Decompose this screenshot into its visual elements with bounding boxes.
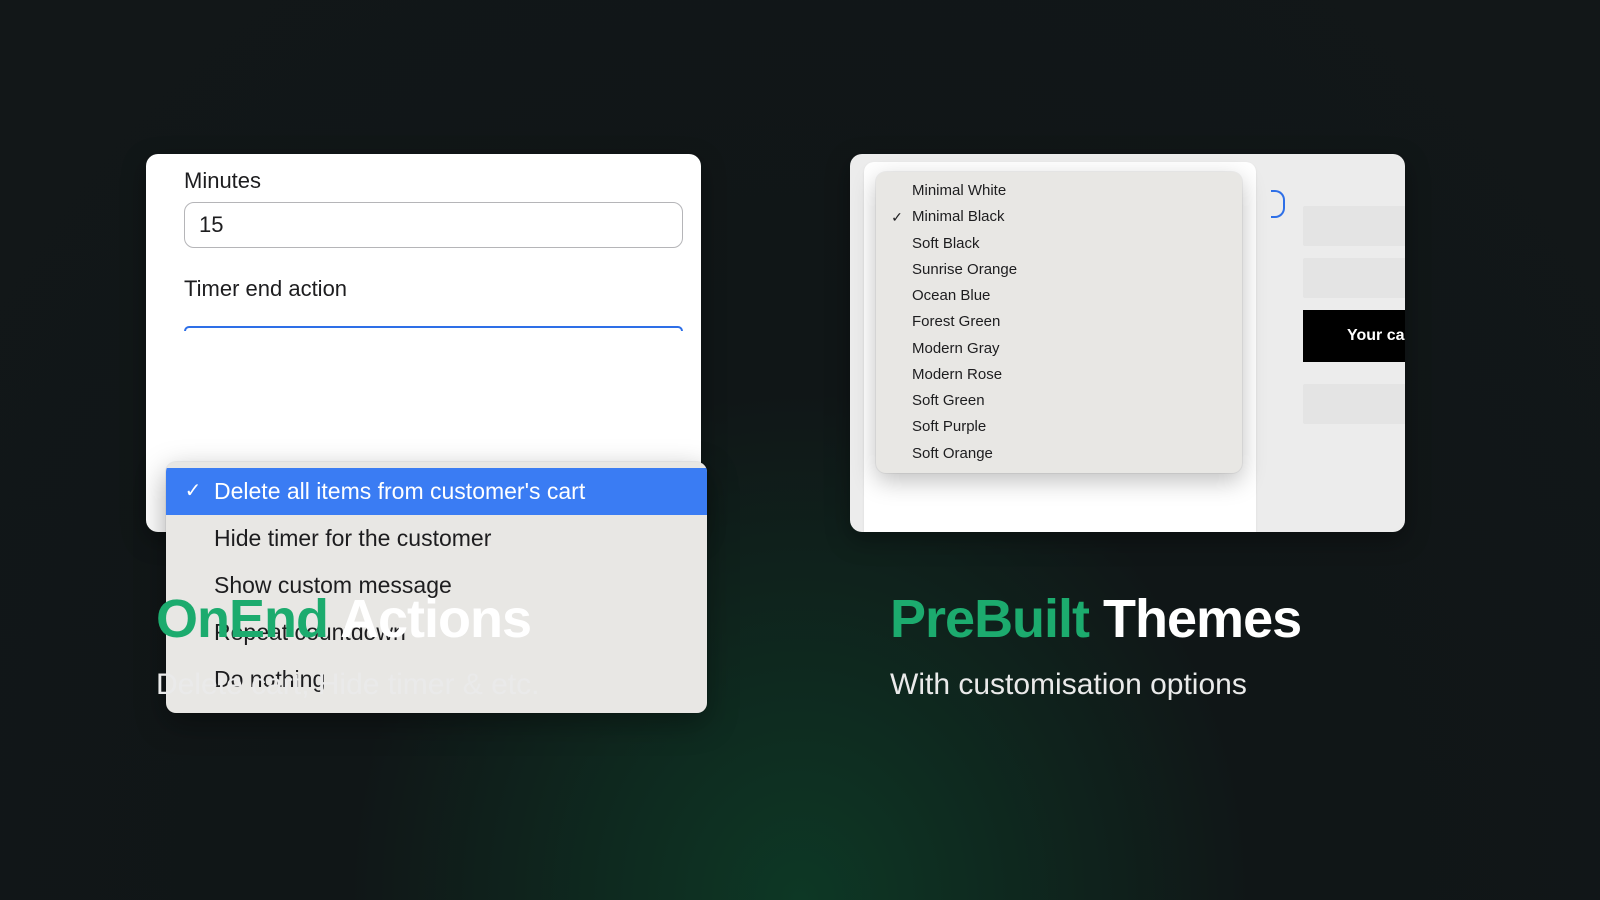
- onend-actions-card: Minutes Timer end action ✓ Delete all ite…: [146, 154, 701, 532]
- timer-end-action-label: Timer end action: [184, 276, 683, 302]
- theme-option[interactable]: ✓Soft Green: [876, 388, 1242, 414]
- theme-option-label: Soft Green: [912, 391, 985, 411]
- timer-end-action-select[interactable]: [184, 326, 683, 331]
- caption-themes-sub: With customisation options: [890, 668, 1301, 702]
- timer-action-option[interactable]: ✓Hide timer for the customer: [166, 515, 707, 562]
- select-focus-indicator: [1271, 190, 1285, 218]
- theme-option-label: Soft Black: [912, 234, 980, 254]
- theme-option-label: Modern Rose: [912, 365, 1002, 385]
- caption-onend: OnEnd Actions Delete cart, Hide timer & …: [156, 588, 539, 702]
- preview-placeholder-bar: [1303, 206, 1405, 246]
- theme-option[interactable]: ✓Ocean Blue: [876, 283, 1242, 309]
- theme-option[interactable]: ✓Modern Rose: [876, 362, 1242, 388]
- caption-themes: PreBuilt Themes With customisation optio…: [890, 588, 1301, 702]
- minutes-label: Minutes: [184, 168, 683, 194]
- minutes-input[interactable]: [184, 202, 683, 248]
- preview-placeholder-bar: [1303, 384, 1405, 424]
- theme-option-label: Forest Green: [912, 312, 1000, 332]
- theme-option-label: Soft Orange: [912, 444, 993, 464]
- theme-option[interactable]: ✓Minimal White: [876, 178, 1242, 204]
- theme-option-label: Minimal White: [912, 181, 1006, 201]
- caption-onend-sub: Delete cart, Hide timer & etc.: [156, 668, 539, 702]
- theme-option[interactable]: ✓ Minimal Black: [876, 204, 1242, 230]
- theme-option[interactable]: ✓Soft Purple: [876, 414, 1242, 440]
- check-icon: ✓: [184, 478, 202, 505]
- theme-option[interactable]: ✓Modern Gray: [876, 336, 1242, 362]
- theme-option[interactable]: ✓Soft Orange: [876, 441, 1242, 467]
- preview-strip: Your car: [1303, 206, 1405, 466]
- caption-themes-title: PreBuilt Themes: [890, 588, 1301, 650]
- preview-banner: Your car: [1303, 310, 1405, 362]
- check-icon: ✓: [890, 208, 904, 227]
- themes-card: ✓Minimal White✓Minimal Black✓Soft Black✓…: [850, 154, 1405, 532]
- theme-option[interactable]: ✓Soft Black: [876, 231, 1242, 257]
- theme-option-label: Minimal Black: [912, 207, 1005, 227]
- preview-placeholder-bar: [1303, 258, 1405, 298]
- theme-option[interactable]: ✓Sunrise Orange: [876, 257, 1242, 283]
- preview-banner-text: Your car: [1347, 327, 1405, 345]
- caption-onend-title: OnEnd Actions: [156, 588, 539, 650]
- theme-option[interactable]: ✓Forest Green: [876, 309, 1242, 335]
- timer-action-option-label: Hide timer for the customer: [214, 523, 491, 554]
- theme-option-label: Modern Gray: [912, 339, 1000, 359]
- timer-action-option-label: Delete all items from customer's cart: [214, 476, 585, 507]
- timer-action-option[interactable]: ✓ Delete all items from customer's cart: [166, 468, 707, 515]
- theme-option-label: Soft Purple: [912, 417, 986, 437]
- theme-option-label: Sunrise Orange: [912, 260, 1017, 280]
- theme-option-label: Ocean Blue: [912, 286, 990, 306]
- theme-select-menu: ✓Minimal White✓Minimal Black✓Soft Black✓…: [876, 172, 1242, 473]
